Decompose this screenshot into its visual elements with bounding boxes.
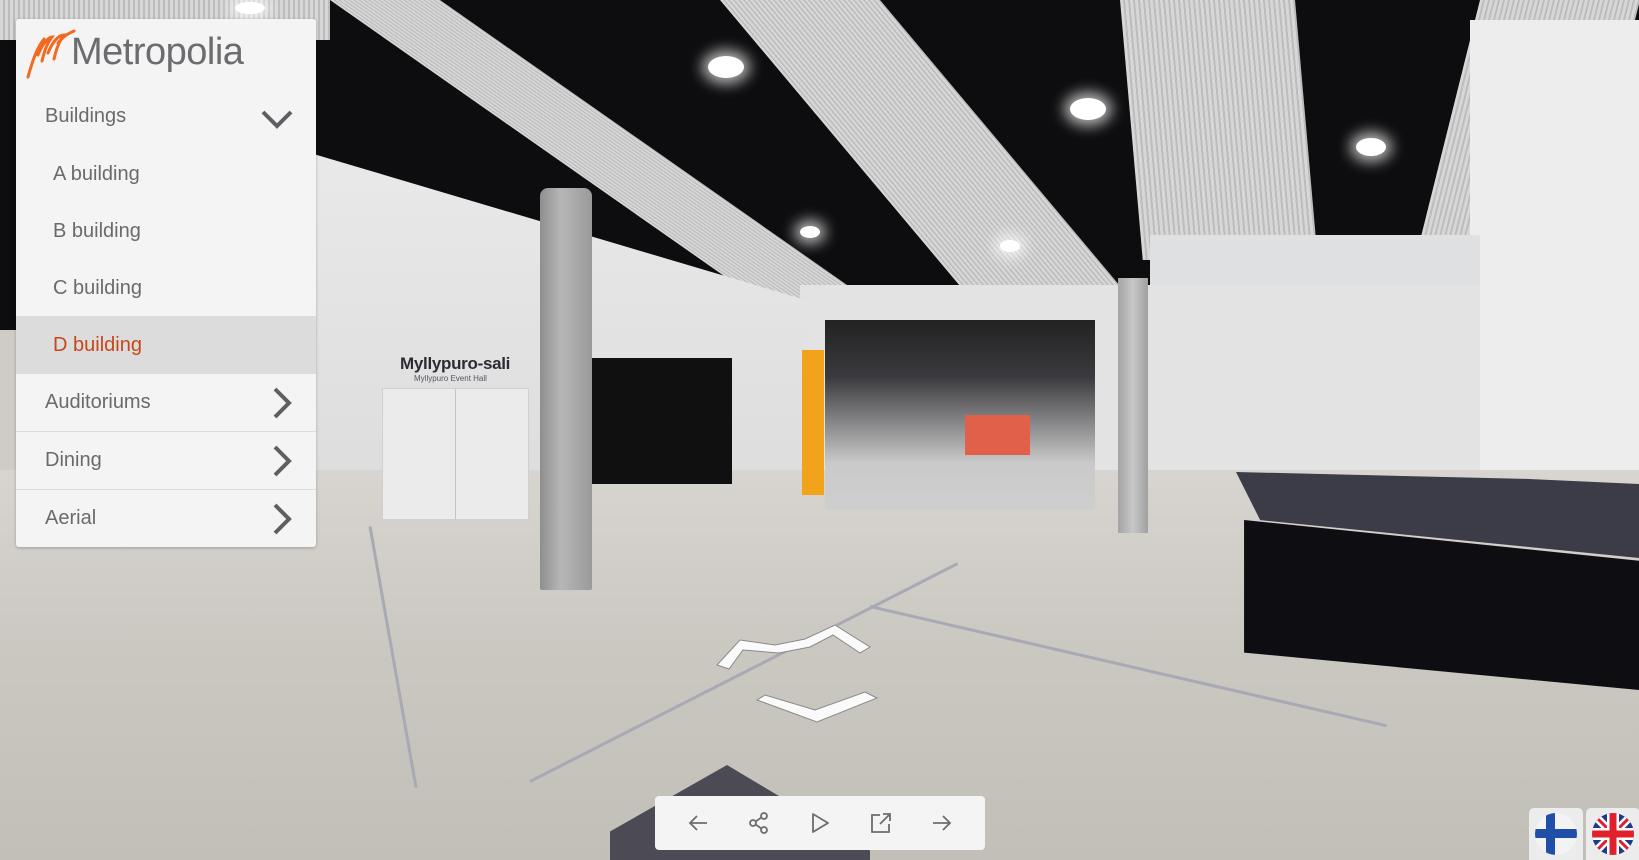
ceiling-panel	[1120, 0, 1318, 260]
chevron-right-icon	[273, 503, 292, 535]
menu-item-d-building[interactable]: D building	[16, 316, 316, 373]
navigation-menu: Metropolia Buildings A building B buildi…	[16, 19, 316, 547]
pillar	[1118, 278, 1148, 533]
next-button[interactable]	[922, 803, 962, 843]
previous-button[interactable]	[678, 803, 718, 843]
pillar	[540, 188, 592, 590]
menu-item-a-building[interactable]: A building	[16, 145, 316, 202]
language-english-button[interactable]	[1586, 808, 1639, 860]
menu-section-label: Buildings	[45, 105, 127, 127]
menu-item-c-building[interactable]: C building	[16, 259, 316, 316]
ceiling-lamp	[1000, 240, 1020, 252]
hallway-opening	[825, 320, 1095, 510]
ceiling-lamp	[708, 56, 744, 78]
menu-section-label: Auditoriums	[45, 391, 151, 413]
brand-name: Metropolia	[71, 31, 244, 73]
tour-toolbar	[655, 796, 985, 850]
menu-item-label: A building	[53, 163, 140, 185]
back-nav-arrow[interactable]	[755, 690, 885, 730]
menu-section-dining[interactable]: Dining	[16, 431, 316, 489]
chevron-right-icon	[273, 445, 292, 477]
menu-item-label: D building	[53, 334, 142, 356]
share-button[interactable]	[739, 803, 779, 843]
yellow-column	[802, 350, 824, 495]
chevron-down-icon	[261, 110, 293, 129]
black-partition	[592, 358, 732, 484]
menu-section-label: Dining	[45, 449, 102, 471]
menu-item-label: C building	[53, 277, 142, 299]
finland-flag-icon	[1535, 813, 1577, 855]
arrow-right-icon	[933, 815, 952, 831]
metropolia-logo[interactable]: Metropolia	[16, 19, 316, 105]
menu-section-label: Aerial	[45, 507, 97, 529]
menu-section-auditoriums[interactable]: Auditoriums	[16, 373, 316, 431]
menu-section-aerial[interactable]: Aerial	[16, 489, 316, 547]
ceiling-lamp	[235, 2, 265, 14]
ceiling-lamp	[800, 226, 820, 238]
arrow-left-icon	[688, 815, 707, 831]
language-finnish-button[interactable]	[1529, 808, 1583, 860]
menu-section-buildings[interactable]: Buildings	[16, 105, 316, 145]
hall-sign-subtitle: Myllypuro Event Hall	[414, 374, 487, 383]
event-hall-doors	[382, 388, 529, 520]
uk-flag-icon	[1592, 813, 1634, 855]
open-external-button[interactable]	[861, 803, 901, 843]
hall-sign: Myllypuro-sali	[400, 354, 511, 373]
chevron-right-icon	[273, 387, 292, 419]
external-link-icon	[871, 813, 892, 833]
cafe-counter	[965, 415, 1030, 455]
menu-item-b-building[interactable]: B building	[16, 202, 316, 259]
share-icon	[748, 812, 768, 834]
ceiling-lamp	[1356, 138, 1386, 156]
play-icon	[812, 813, 829, 833]
metropolia-logo-icon	[26, 29, 76, 79]
ceiling-lamp	[1070, 98, 1106, 120]
play-button[interactable]	[800, 803, 840, 843]
menu-item-label: B building	[53, 220, 141, 242]
